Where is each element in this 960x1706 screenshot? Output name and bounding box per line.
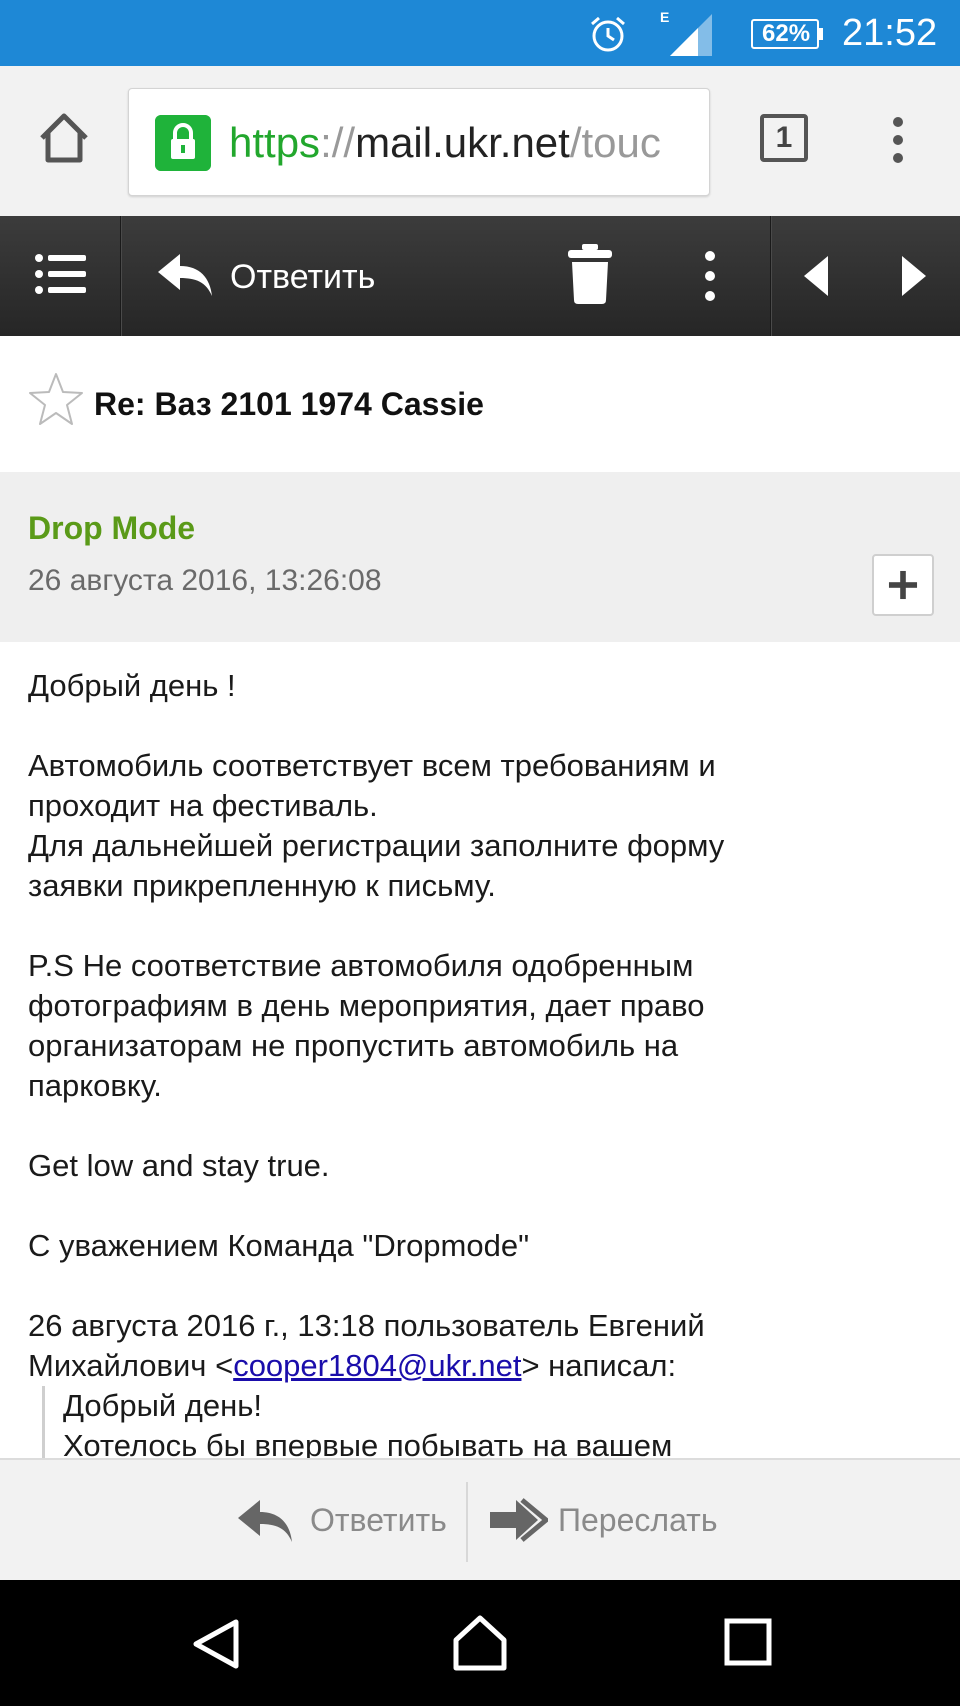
signal-icon: E	[660, 9, 712, 56]
subject-row: Re: Ваз 2101 1974 Cassie	[0, 336, 960, 472]
previous-message-icon[interactable]	[800, 254, 832, 298]
body-line: организаторам не пропустить автомобиль н…	[28, 1028, 679, 1063]
quote-header: 26 августа 2016 г., 13:18 пользователь Е…	[28, 1308, 705, 1343]
recent-apps-icon[interactable]	[724, 1618, 772, 1666]
address-bar[interactable]: https://mail.ukr.net/touc	[128, 88, 710, 196]
bottom-action-bar: Ответить Переслать	[0, 1458, 960, 1580]
star-icon[interactable]	[26, 370, 86, 430]
forward-icon	[490, 1498, 548, 1542]
network-type-label: E	[660, 9, 669, 25]
quote-header: Михайлович <cooper1804@ukr.net> написал:	[28, 1346, 938, 1386]
browser-toolbar: https://mail.ukr.net/touc 1	[0, 66, 960, 216]
browser-home-icon[interactable]	[36, 110, 92, 166]
bottom-reply-button[interactable]: Ответить	[236, 1490, 456, 1550]
alarm-clock-icon	[591, 16, 625, 52]
back-icon[interactable]	[188, 1616, 244, 1672]
lock-icon	[155, 115, 211, 171]
url-separator: ://	[320, 119, 356, 166]
browser-overflow-menu-icon[interactable]	[888, 116, 908, 164]
body-signature: С уважением Команда "Dropmode"	[28, 1228, 530, 1263]
tab-switcher-button[interactable]: 1	[760, 114, 808, 162]
home-icon[interactable]	[450, 1612, 510, 1672]
quote-header-prefix: Михайлович <	[28, 1348, 234, 1383]
toolbar-divider	[120, 216, 122, 336]
forward-button[interactable]: Переслать	[488, 1490, 728, 1550]
sender-header: Drop Mode 26 августа 2016, 13:26:08	[0, 472, 960, 642]
more-options-icon[interactable]	[700, 250, 720, 302]
mail-toolbar: Ответить	[0, 216, 960, 336]
list-menu-icon[interactable]	[34, 252, 86, 296]
body-motto: Get low and stay true.	[28, 1148, 330, 1183]
body-line: P.S Не соответствие автомобиля одобренны…	[28, 948, 694, 983]
quote-line: Добрый день!	[63, 1388, 263, 1423]
toolbar-reply-label: Ответить	[230, 258, 376, 296]
body-line: заявки прикрепленную к письму.	[28, 868, 496, 903]
quote-email-link[interactable]: cooper1804@ukr.net	[233, 1348, 521, 1383]
status-bar: E 62% 21:52	[0, 0, 960, 66]
status-clock: 21:52	[842, 12, 938, 54]
url-path: /touc	[569, 119, 661, 166]
action-divider	[466, 1482, 468, 1562]
expand-details-icon[interactable]	[872, 554, 934, 616]
quoted-text: Добрый день! Хотелось бы впервые побыват…	[42, 1386, 938, 1466]
body-line: Автомобиль соответствует всем требования…	[28, 748, 716, 783]
toolbar-divider	[770, 216, 772, 336]
system-navigation-bar	[0, 1580, 960, 1706]
message-body: Добрый день ! Автомобиль соответствует в…	[28, 666, 938, 1466]
battery-percent: 62%	[762, 20, 811, 47]
body-line: проходит на фестиваль.	[28, 788, 378, 823]
toolbar-reply-button[interactable]: Ответить	[150, 246, 430, 306]
sender-name[interactable]: Drop Mode	[28, 510, 195, 547]
trash-icon[interactable]	[566, 242, 614, 306]
body-line: Для дальнейшей регистрации заполните фор…	[28, 828, 725, 863]
reply-icon	[238, 1500, 292, 1542]
url-text: https://mail.ukr.net/touc	[229, 119, 661, 167]
url-scheme: https	[229, 119, 321, 166]
body-line: парковку.	[28, 1068, 162, 1103]
message-subject: Re: Ваз 2101 1974 Cassie	[94, 386, 484, 422]
url-host: mail.ukr.net	[355, 119, 570, 166]
forward-label: Переслать	[558, 1502, 718, 1538]
quote-header-suffix: > написал:	[521, 1348, 677, 1383]
reply-icon	[158, 254, 212, 296]
message-date: 26 августа 2016, 13:26:08	[28, 564, 382, 597]
bottom-reply-label: Ответить	[310, 1502, 447, 1538]
body-line: фотографиям в день мероприятия, дает пра…	[28, 988, 705, 1023]
body-greeting: Добрый день !	[28, 668, 236, 703]
next-message-icon[interactable]	[898, 254, 930, 298]
